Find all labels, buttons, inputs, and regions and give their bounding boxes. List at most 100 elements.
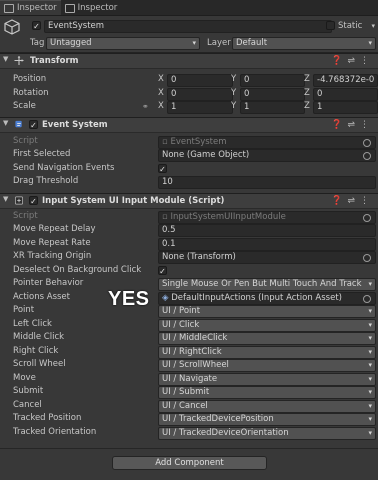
chevron-down-icon: ▾: [368, 374, 372, 383]
tab-inspector-2[interactable]: Inspector: [61, 1, 122, 15]
object-picker-icon[interactable]: [363, 152, 371, 160]
layer-dropdown[interactable]: Default ▾: [232, 37, 376, 50]
position-z-field[interactable]: -4.768372e-0: [313, 74, 378, 87]
input-module-header[interactable]: ▼ ✓ Input System UI Input Module (Script…: [0, 192, 378, 209]
position-y-field[interactable]: 0: [240, 74, 305, 87]
action-label: Point: [13, 305, 35, 315]
actions-asset-row: Actions Asset ◈ DefaultInputActions (Inp…: [0, 291, 378, 305]
component-tools[interactable]: ❓⇌⋮: [331, 118, 374, 132]
position-x-field[interactable]: 0: [167, 74, 233, 87]
action-label: Submit: [13, 386, 44, 396]
first-selected-row: First Selected None (Game Object): [0, 148, 378, 162]
csharp-script-icon: [15, 196, 23, 204]
actions-asset-field[interactable]: ◈ DefaultInputActions (Input Action Asse…: [158, 291, 376, 305]
action-row: Point UI / Point ▾: [0, 304, 378, 318]
xr-tracking-origin-field[interactable]: None (Transform): [158, 251, 376, 264]
scale-y-field[interactable]: 1: [240, 101, 305, 114]
foldout-arrow-icon[interactable]: ▼: [3, 55, 8, 63]
y-axis-label[interactable]: Y: [231, 100, 236, 113]
drag-threshold-field[interactable]: 10: [158, 176, 376, 189]
transform-header[interactable]: ▼ Transform ❓⇌⋮: [0, 53, 378, 69]
xr-tracking-origin-row: XR Tracking Origin None (Transform): [0, 250, 378, 264]
gameobject-active-checkbox[interactable]: ✓: [32, 21, 41, 31]
send-navigation-label: Send Navigation Events: [13, 162, 115, 173]
event-system-header[interactable]: ▼ ✓ Event System ❓⇌⋮: [0, 116, 378, 133]
action-label: Scroll Wheel: [13, 359, 66, 369]
chevron-down-icon: ▾: [368, 415, 372, 423]
x-axis-label[interactable]: X: [158, 73, 164, 86]
component-tools[interactable]: ❓⇌⋮: [331, 54, 374, 68]
move-repeat-rate-field[interactable]: 0.1: [158, 237, 376, 251]
deselect-checkbox[interactable]: ✓: [158, 265, 167, 276]
object-picker-icon: [363, 213, 371, 222]
x-axis-label[interactable]: X: [158, 87, 164, 100]
first-selected-field[interactable]: None (Game Object): [158, 149, 376, 162]
action-label: Tracked Orientation: [13, 426, 97, 437]
z-axis-label[interactable]: Z: [304, 100, 310, 113]
action-label: Right Click: [13, 345, 59, 356]
action-row: Move UI / Navigate ▾: [0, 372, 378, 386]
action-dropdown[interactable]: UI / Submit ▾: [158, 386, 376, 399]
tag-dropdown[interactable]: Untagged ▾: [46, 37, 200, 50]
tab-inspector-1[interactable]: Inspector: [0, 0, 61, 15]
xr-tracking-origin-value: None (Transform): [162, 252, 236, 262]
static-dropdown-caret-icon[interactable]: ▾: [371, 20, 375, 32]
action-value: UI / RightClick: [162, 346, 222, 357]
action-dropdown[interactable]: UI / Point ▾: [158, 305, 376, 318]
module-script-field: ▫ InputSystemUIInputModule: [158, 210, 376, 224]
move-repeat-delay-field[interactable]: 0.5: [158, 224, 376, 237]
action-label: Cancel: [13, 399, 42, 410]
action-row: Submit UI / Submit ▾: [0, 385, 378, 399]
action-value: UI / Submit: [162, 387, 210, 397]
pointer-behavior-label: Pointer Behavior: [13, 278, 84, 288]
object-picker-icon[interactable]: [363, 294, 371, 303]
rotation-label: Rotation: [13, 87, 49, 98]
action-dropdown[interactable]: UI / TrackedDeviceOrientation ▾: [158, 426, 376, 440]
scale-z-field[interactable]: 1: [313, 101, 378, 114]
drag-threshold-label: Drag Threshold: [13, 176, 79, 186]
rotation-row: Rotation X 0 Y 0 Z 0: [0, 87, 378, 101]
z-axis-label[interactable]: Z: [304, 73, 310, 86]
action-dropdown[interactable]: UI / Click ▾: [158, 318, 376, 332]
z-axis-label[interactable]: Z: [304, 87, 310, 100]
action-value: UI / Cancel: [162, 400, 208, 411]
gameobject-name-input[interactable]: EventSystem: [44, 20, 332, 33]
position-label: Position: [13, 74, 47, 84]
x-axis-label[interactable]: X: [158, 100, 164, 113]
add-component-button[interactable]: Add Component: [112, 456, 267, 470]
action-dropdown[interactable]: UI / RightClick ▾: [158, 345, 376, 359]
static-label: Static: [338, 21, 363, 31]
gameobject-cube-icon: [4, 19, 20, 35]
component-tools[interactable]: ❓⇌⋮: [331, 194, 374, 208]
pointer-behavior-dropdown[interactable]: Single Mouse Or Pen But Multi Touch And …: [158, 278, 376, 291]
action-row: Left Click UI / Click ▾: [0, 318, 378, 332]
action-value: UI / ScrollWheel: [162, 360, 229, 370]
action-dropdown[interactable]: UI / ScrollWheel ▾: [158, 359, 376, 372]
action-label: Move: [13, 372, 36, 383]
y-axis-label[interactable]: Y: [231, 73, 236, 86]
event-system-enabled-checkbox[interactable]: ✓: [29, 119, 38, 130]
rotation-z-field[interactable]: 0: [313, 87, 378, 101]
rotation-x-field[interactable]: 0: [167, 87, 233, 101]
rotation-y-field[interactable]: 0: [240, 87, 305, 101]
constrain-proportions-link-icon[interactable]: ⚭: [142, 100, 149, 113]
action-dropdown[interactable]: UI / TrackedDevicePosition ▾: [158, 413, 376, 426]
divider: [0, 448, 378, 449]
event-script-value: EventSystem: [170, 136, 227, 147]
foldout-arrow-icon[interactable]: ▼: [3, 195, 8, 203]
static-checkbox[interactable]: [326, 21, 335, 30]
action-dropdown[interactable]: UI / MiddleClick ▾: [158, 332, 376, 345]
send-navigation-checkbox[interactable]: ✓: [158, 163, 167, 174]
action-row: Tracked Orientation UI / TrackedDeviceOri…: [0, 426, 378, 440]
object-picker-icon[interactable]: [363, 254, 371, 262]
pointer-behavior-value: Single Mouse Or Pen But Multi Touch And …: [162, 279, 362, 289]
first-selected-label: First Selected: [13, 149, 71, 159]
action-label: Tracked Position: [13, 413, 82, 423]
scale-x-field[interactable]: 1: [167, 101, 233, 114]
action-dropdown[interactable]: UI / Cancel ▾: [158, 399, 376, 413]
action-dropdown[interactable]: UI / Navigate ▾: [158, 372, 376, 386]
input-module-enabled-checkbox[interactable]: ✓: [29, 195, 38, 206]
foldout-arrow-icon[interactable]: ▼: [3, 119, 8, 127]
deselect-label: Deselect On Background Click: [13, 264, 142, 275]
y-axis-label[interactable]: Y: [231, 87, 236, 100]
